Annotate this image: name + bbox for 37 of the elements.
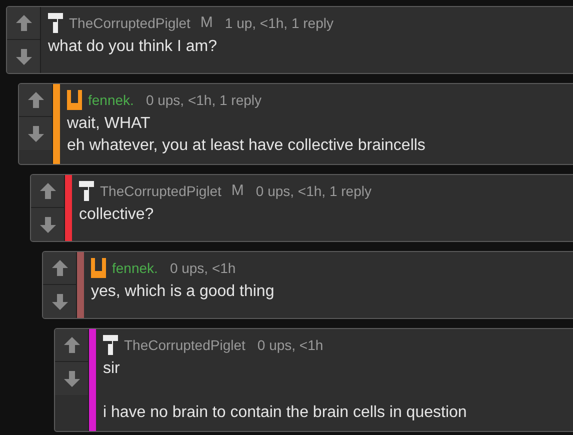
username[interactable]: TheCorruptedPiglet: [124, 334, 246, 356]
downvote-icon: [14, 48, 32, 66]
upvote-icon: [14, 14, 32, 32]
upvote-icon: [50, 259, 68, 277]
downvote-button[interactable]: [19, 117, 52, 150]
upvote-icon: [26, 91, 44, 109]
upvote-button[interactable]: [19, 84, 52, 117]
username[interactable]: fennek.: [112, 258, 158, 278]
upvote-button[interactable]: [55, 329, 88, 362]
downvote-button[interactable]: [31, 208, 64, 241]
comment-text: wait, WHAT eh whatever, you at least have collective braincells: [67, 114, 426, 156]
comment-meta: 0 ups, <1h: [170, 258, 236, 278]
username[interactable]: TheCorruptedPiglet: [100, 180, 222, 202]
upvote-icon: [62, 336, 80, 354]
comment-meta: 1 up, <1h, 1 reply: [224, 14, 334, 33]
upvote-button[interactable]: [43, 252, 76, 285]
comment-text: sir i have no brain to contain the brain cells in question: [103, 359, 467, 423]
upvote-button[interactable]: [31, 175, 64, 208]
comment-meta: 0 ups, <1h, 1 reply: [146, 90, 262, 110]
comment-text: what do you think I am?: [48, 37, 218, 57]
downvote-icon: [50, 292, 68, 310]
username[interactable]: TheCorruptedPiglet: [69, 12, 190, 34]
username[interactable]: fennek.: [88, 90, 134, 110]
downvote-icon: [62, 370, 80, 388]
downvote-button[interactable]: [55, 362, 88, 395]
downvote-icon: [38, 216, 56, 234]
downvote-button[interactable]: [7, 40, 40, 73]
downvote-button[interactable]: [43, 285, 76, 318]
comment-meta: 0 ups, <1h: [257, 336, 324, 355]
upvote-icon: [38, 182, 56, 200]
mod-label: M: [231, 180, 244, 201]
downvote-icon: [26, 124, 44, 142]
mod-label: M: [200, 12, 213, 33]
comment-meta: 0 ups, <1h, 1 reply: [256, 182, 372, 201]
comment-text: collective?: [79, 205, 155, 225]
comment-text: yes, which is a good thing: [91, 282, 274, 302]
upvote-button[interactable]: [7, 7, 40, 40]
